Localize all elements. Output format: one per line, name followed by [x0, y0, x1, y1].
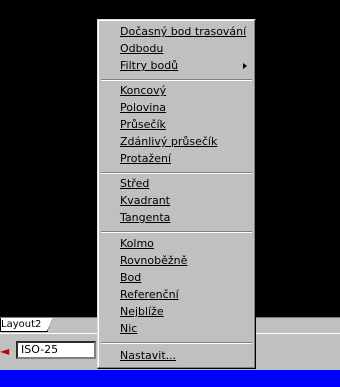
- menu-item-label: Kvadrant: [120, 194, 170, 207]
- menu-item-label: Protažení: [120, 152, 172, 165]
- menu-item-label: Odbodu: [120, 42, 164, 55]
- menu-item-label: Polovina: [120, 101, 167, 114]
- menu-item-label: Střed: [120, 177, 150, 190]
- dimension-style-field[interactable]: ISO-25: [16, 341, 96, 359]
- menu-item-from[interactable]: Odbodu: [98, 40, 255, 57]
- menu-item-extension[interactable]: Protažení: [98, 150, 255, 167]
- tab-layout2[interactable]: Layout2: [0, 318, 54, 332]
- menu-item-endpoint[interactable]: Koncový: [98, 82, 255, 99]
- menu-item-tangent[interactable]: Tangenta: [98, 209, 255, 226]
- menu-item-point-filters[interactable]: Filtry bodů: [98, 57, 255, 74]
- menu-item-label: Nejblíže: [120, 305, 164, 318]
- menu-item-apparent-intersection[interactable]: Zdánlivý průsečík: [98, 133, 255, 150]
- menu-item-temporary-track-point[interactable]: Dočasný bod trasování: [98, 23, 255, 40]
- menu-separator: [101, 342, 252, 344]
- menu-item-label: Koncový: [120, 84, 167, 97]
- menu-item-label: Nastavit...: [120, 349, 177, 362]
- menu-item-label: Průsečík: [120, 118, 166, 131]
- submenu-arrow-icon: [243, 63, 247, 69]
- menu-item-parallel[interactable]: Rovnoběžně: [98, 252, 255, 269]
- menu-item-midpoint[interactable]: Polovina: [98, 99, 255, 116]
- menu-item-nearest[interactable]: Nejblíže: [98, 303, 255, 320]
- osnap-context-menu: Dočasný bod trasování Odbodu Filtry bodů…: [97, 19, 256, 369]
- status-band: [0, 370, 340, 387]
- toolbar-arrow-icon[interactable]: ◄: [0, 343, 10, 359]
- menu-separator: [101, 231, 252, 233]
- menu-item-none[interactable]: Nic: [98, 320, 255, 337]
- menu-item-insert[interactable]: Referenční: [98, 286, 255, 303]
- menu-separator: [101, 172, 252, 174]
- menu-item-label: Bod: [120, 271, 142, 284]
- menu-separator: [101, 79, 252, 81]
- menu-item-center[interactable]: Střed: [98, 175, 255, 192]
- menu-item-perpendicular[interactable]: Kolmo: [98, 235, 255, 252]
- menu-item-label: Nic: [120, 322, 138, 335]
- menu-item-label: Tangenta: [120, 211, 171, 224]
- menu-item-node[interactable]: Bod: [98, 269, 255, 286]
- menu-item-label: Filtry bodů: [120, 59, 179, 72]
- menu-item-label: Referenční: [120, 288, 179, 301]
- menu-item-label: Dočasný bod trasování: [120, 25, 247, 38]
- menu-item-label: Kolmo: [120, 237, 154, 250]
- menu-item-settings[interactable]: Nastavit...: [98, 347, 255, 364]
- menu-item-label: Rovnoběžně: [120, 254, 188, 267]
- menu-item-quadrant[interactable]: Kvadrant: [98, 192, 255, 209]
- menu-item-label: Zdánlivý průsečík: [120, 135, 218, 148]
- menu-item-intersection[interactable]: Průsečík: [98, 116, 255, 133]
